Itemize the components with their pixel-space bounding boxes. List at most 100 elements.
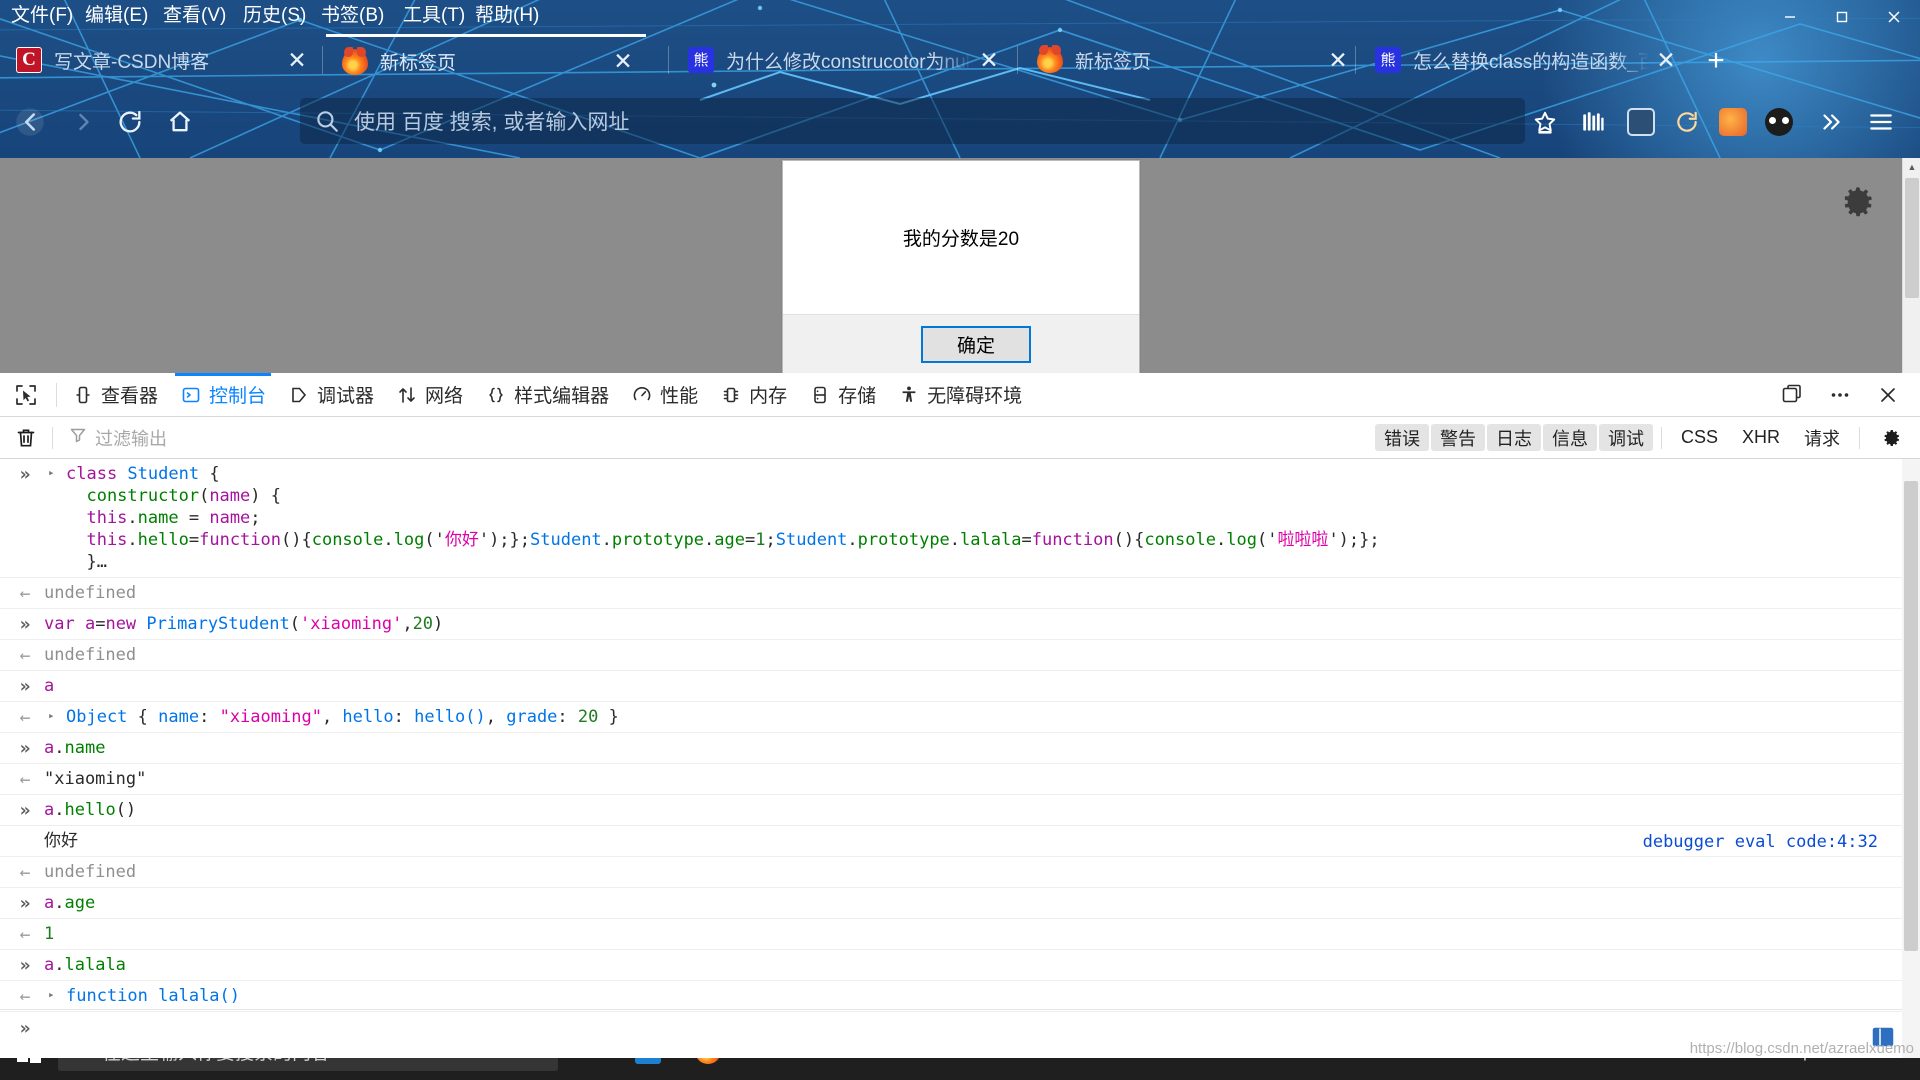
gear-icon[interactable] [1842, 185, 1876, 219]
extension-dark-icon[interactable] [1664, 100, 1710, 144]
chevron-up-icon[interactable] [1670, 1058, 1686, 1062]
ellipsis-icon[interactable] [1818, 373, 1862, 417]
console-row-input[interactable]: » ▸ class Student { constructor(name) { th… [0, 459, 1902, 578]
task-view-icon[interactable] [558, 1058, 618, 1080]
element-picker-icon[interactable] [0, 373, 52, 417]
tab-close-button[interactable]: ✕ [972, 43, 1006, 77]
console-row-input[interactable]: » a.age [0, 888, 1902, 919]
tab-close-button[interactable]: ✕ [606, 45, 640, 79]
console-row-input[interactable]: » a.hello() [0, 795, 1902, 826]
vscode-icon[interactable] [618, 1058, 678, 1080]
menu-history[interactable]: 历史(S) [238, 2, 311, 30]
menu-bookmarks[interactable]: 书签(B) [316, 2, 389, 30]
filter-pill-info[interactable]: 信息 [1542, 424, 1597, 451]
filter-input-wrap[interactable]: 过滤输出 [53, 425, 1375, 451]
menu-view[interactable]: 查看(V) [158, 2, 231, 30]
url-input[interactable]: 使用 百度 搜索, 或者输入网址 [354, 106, 629, 136]
console-prompt-row[interactable]: » [0, 1009, 1902, 1049]
extension-red-icon[interactable] [1756, 100, 1802, 144]
tab-0[interactable]: 写文章-CSDN博客 ✕ [0, 34, 320, 86]
url-bar[interactable]: 使用 百度 搜索, 或者输入网址 [300, 98, 1525, 144]
filter-pill-warnings[interactable]: 警告 [1430, 424, 1485, 451]
devtools-tab-accessibility[interactable]: 无障碍环境 [887, 373, 1033, 417]
menu-tools[interactable]: 工具(T) [398, 2, 470, 30]
expand-twisty-icon[interactable]: ▸ [48, 466, 55, 479]
console-row-input[interactable]: » a.name [0, 733, 1902, 764]
tab-close-button[interactable]: ✕ [1321, 43, 1355, 77]
devtools-tab-memory[interactable]: 内存 [709, 373, 798, 417]
filter-input[interactable]: 过滤输出 [95, 425, 167, 451]
filter-css[interactable]: CSS [1670, 424, 1729, 451]
network-icon[interactable] [1700, 1058, 1718, 1063]
taskbar-search-placeholder[interactable]: 在这里输入你要搜索的内容 [102, 1058, 330, 1065]
close-window-button[interactable] [1868, 0, 1920, 34]
menu-help[interactable]: 帮助(H) [470, 2, 544, 30]
tab-4[interactable]: 怎么替换class的构造函数_百度 ✕ [1359, 34, 1689, 86]
filter-xhr[interactable]: XHR [1731, 424, 1791, 451]
devtools-tab-console[interactable]: 控制台 [169, 372, 277, 417]
console-row-output[interactable]: ← undefined [0, 578, 1902, 609]
tab-close-button[interactable]: ✕ [1649, 43, 1683, 77]
home-button[interactable] [158, 100, 202, 144]
console-row-output[interactable]: ← 1 [0, 919, 1902, 950]
console-source-link[interactable]: debugger eval code:4:32 [1643, 832, 1878, 852]
forward-button[interactable] [62, 100, 106, 144]
devtools-tab-style-editor[interactable]: 样式编辑器 [474, 373, 620, 417]
console-row-output[interactable]: ← undefined [0, 857, 1902, 888]
expand-twisty-icon[interactable]: ▸ [48, 709, 55, 722]
devtools-tab-network[interactable]: 网络 [385, 373, 474, 417]
cloud-icon[interactable] [1764, 1058, 1782, 1063]
console-row-output[interactable]: ← "xiaoming" [0, 764, 1902, 795]
taskbar-clock[interactable]: 18:25 [1861, 1058, 1904, 1060]
filter-requests[interactable]: 请求 [1793, 424, 1851, 451]
keyboard-icon[interactable] [1827, 1058, 1847, 1062]
page-scrollbar[interactable]: ▲ [1902, 158, 1920, 373]
expand-twisty-icon[interactable]: ▸ [48, 988, 55, 1001]
dialog-ok-button[interactable]: 确定 [921, 325, 1031, 363]
tab-close-button[interactable]: ✕ [280, 43, 314, 77]
pocket-star-icon[interactable] [1522, 100, 1568, 144]
menu-file[interactable]: 文件(F) [6, 2, 78, 30]
console-row-output[interactable]: ← undefined [0, 640, 1902, 671]
scrollbar-thumb[interactable] [1904, 481, 1918, 951]
back-button[interactable] [8, 100, 52, 144]
volume-icon[interactable] [1732, 1058, 1750, 1063]
windows-start-icon[interactable] [0, 1058, 58, 1080]
trash-icon[interactable] [0, 417, 52, 459]
console-row-input[interactable]: » a [0, 671, 1902, 702]
tab-3[interactable]: 新标签页 ✕ [1021, 34, 1361, 86]
scroll-up-arrow[interactable]: ▲ [1903, 158, 1920, 176]
console-row-input[interactable]: » var a=new PrimaryStudent('xiaoming',20) [0, 609, 1902, 640]
console-row-output[interactable]: ← ▸ function lalala() [0, 981, 1902, 1012]
filter-pill-errors[interactable]: 错误 [1374, 424, 1429, 451]
hamburger-menu-icon[interactable] [1858, 100, 1904, 144]
console-row-log[interactable]: 你好 debugger eval code:4:32 [0, 826, 1902, 857]
menu-edit[interactable]: 编辑(E) [80, 2, 153, 30]
taskbar-search-box[interactable]: 在这里输入你要搜索的内容 [58, 1058, 558, 1071]
console-output[interactable]: » ▸ class Student { constructor(name) { th… [0, 459, 1902, 1075]
library-icon[interactable] [1570, 100, 1616, 144]
filter-pill-logs[interactable]: 日志 [1486, 424, 1541, 451]
minimize-button[interactable] [1764, 0, 1816, 34]
devtools-tab-storage[interactable]: 存储 [798, 373, 887, 417]
devtools-tab-debugger[interactable]: 调试器 [277, 373, 385, 417]
reload-button[interactable] [108, 100, 152, 144]
devtools-tab-inspector[interactable]: 查看器 [61, 373, 169, 417]
extension-orange-icon[interactable] [1710, 100, 1756, 144]
screenshot-icon[interactable] [1618, 100, 1664, 144]
console-row-output[interactable]: ← ▸ Object { name: "xiaoming", hello: hell… [0, 702, 1902, 733]
gear-icon[interactable] [1868, 417, 1912, 459]
close-icon[interactable] [1866, 373, 1910, 417]
split-console-icon[interactable] [1770, 373, 1814, 417]
console-scrollbar[interactable] [1902, 459, 1920, 1075]
maximize-button[interactable] [1816, 0, 1868, 34]
overflow-chevron-icon[interactable] [1808, 100, 1854, 144]
console-row-input[interactable]: » a.lalala [0, 950, 1902, 981]
tab-2[interactable]: 为什么修改construcotor为null ✕ [672, 34, 1012, 86]
scrollbar-thumb[interactable] [1905, 178, 1919, 298]
ime-indicator[interactable]: 中 [1796, 1058, 1813, 1064]
tab-1-active[interactable]: 新标签页 ✕ [326, 34, 646, 86]
firefox-icon[interactable] [678, 1058, 738, 1080]
new-tab-button[interactable]: + [1697, 42, 1735, 80]
filter-pill-debug[interactable]: 调试 [1598, 424, 1653, 451]
